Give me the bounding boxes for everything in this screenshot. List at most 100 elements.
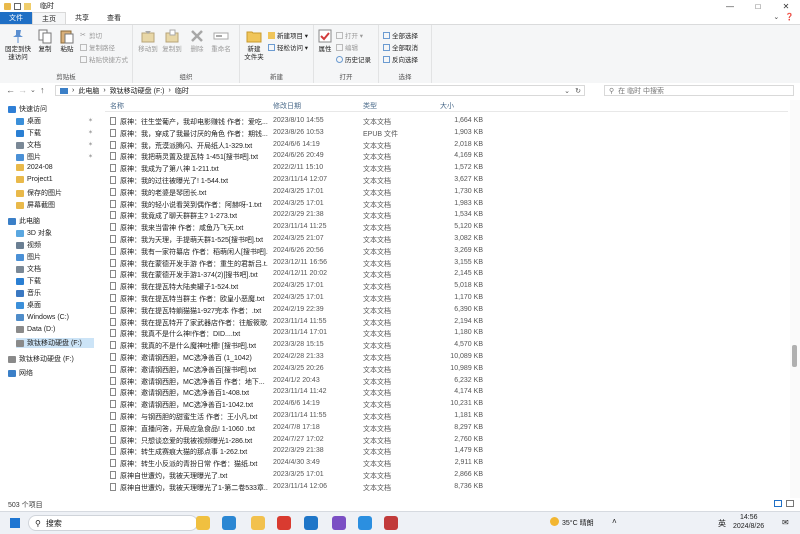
file-row[interactable]: 原神：我，穿成了我最讨厌的角色 作者：期钱... 2023/8/26 10:53 E… — [105, 127, 788, 139]
forward-arrow-icon[interactable]: → — [18, 85, 27, 95]
chevron-down-icon[interactable]: ⌄ — [773, 13, 779, 21]
open-button[interactable]: 打开 ▾ — [336, 30, 363, 40]
file-row[interactable]: 原神：邀请钢西胆，MC选净善百 作者：地下... 2024/1/2 20:43 文本… — [105, 375, 788, 387]
delete-button[interactable]: 删除 — [187, 28, 207, 54]
select-all-button[interactable]: 全部选择 — [383, 30, 418, 40]
nav-item[interactable]: 3D 对象 — [16, 228, 52, 238]
file-row[interactable]: 原神：转生成赛痕大猫的那点事 1-262.txt 2022/3/29 21:38 文… — [105, 445, 788, 457]
paste-shortcut-button[interactable]: 粘贴快捷方式 — [80, 54, 128, 64]
tab-home[interactable]: 主页 — [32, 12, 66, 24]
photo-icon[interactable] — [384, 516, 398, 530]
mail-icon[interactable] — [304, 516, 318, 530]
tab-file[interactable]: 文件 — [0, 12, 32, 24]
file-row[interactable]: 原神：我真不是什么神!作者：DID....txt 2023/11/14 17:01… — [105, 327, 788, 339]
new-folder-button[interactable]: 新建 文件夹 — [242, 28, 266, 62]
nav-item[interactable]: 图片 — [16, 252, 41, 262]
copy-button[interactable]: 复制 — [34, 28, 56, 54]
paste-button[interactable]: 粘贴 — [56, 28, 78, 54]
back-arrow-icon[interactable]: ← — [6, 85, 15, 95]
file-row[interactable]: 原神：往生堂葡产，我却电影赚钱 作者：爱吃... 2023/8/10 14:55 文… — [105, 115, 788, 127]
nav-item[interactable]: 快速访问 — [8, 104, 47, 114]
quick-access-folder-icon[interactable] — [24, 2, 31, 10]
nav-item[interactable]: 此电脑 — [8, 216, 40, 226]
nav-item[interactable]: 2024-08 — [16, 164, 53, 171]
windows-start-icon[interactable] — [10, 518, 20, 528]
tab-view[interactable]: 查看 — [98, 12, 130, 24]
edge-icon[interactable] — [222, 516, 236, 530]
nav-item[interactable]: 下载 — [16, 128, 41, 138]
refresh-icon[interactable]: ↻ — [575, 87, 581, 95]
quick-access-check-icon[interactable] — [14, 2, 21, 10]
nav-item[interactable]: 保存的图片 — [16, 188, 62, 198]
file-row[interactable]: 原神自世遭灼，我被天理曝光了.txt 2023/3/25 17:01 文本文档 2,8… — [105, 469, 788, 481]
scrollbar-thumb[interactable] — [792, 345, 797, 367]
explorer-icon[interactable] — [196, 516, 210, 530]
tools-icon[interactable] — [358, 516, 372, 530]
ime-indicator[interactable]: 英 — [718, 518, 726, 529]
help-icon[interactable]: ❓ — [785, 13, 794, 21]
move-to-button[interactable]: 移动到 — [137, 28, 159, 54]
nav-item[interactable]: 音乐 — [16, 288, 41, 298]
nav-item[interactable]: 图片 — [16, 152, 41, 162]
file-row[interactable]: 原神自世遭灼，我被天理曝光了1-第二卷533章... 2023/11/14 12:… — [105, 481, 788, 493]
file-row[interactable]: 原神：我有一家符纂店 作者：稻萌闲人[搜书吧].txt 2024/6/26 20:… — [105, 245, 788, 257]
copy-path-button[interactable]: 复制路径 — [80, 42, 115, 52]
select-none-button[interactable]: 全部取消 — [383, 42, 418, 52]
search-input[interactable]: ⚲ 在 临时 中搜索 — [604, 85, 794, 96]
file-row[interactable]: 原神：我的轻小说看哭到偶作者：阿赫呀-1.txt 2024/3/25 17:01 文… — [105, 198, 788, 210]
file-row[interactable]: 原神：邀请钢西胆，MC选净善百 (1_1042) 2024/2/28 21:33 文… — [105, 351, 788, 363]
details-view-icon[interactable] — [774, 500, 782, 507]
nav-item[interactable]: 视频 — [16, 240, 41, 250]
column-header-size[interactable]: 大小 — [440, 101, 454, 111]
breadcrumb-folder[interactable]: 临时 — [175, 86, 189, 96]
nav-item[interactable]: 文档 — [16, 140, 41, 150]
file-row[interactable]: 原神：我真的不是什么魔神吐槽! [搜书吧].txt 2023/3/28 15:15… — [105, 339, 788, 351]
tray-chevron-icon[interactable]: ˄ — [612, 517, 617, 526]
cut-button[interactable]: ✂ 剪切 — [80, 30, 102, 41]
pin-quick-access-button[interactable]: 固定到快 速访问 — [4, 28, 32, 62]
copy-to-button[interactable]: 复制到 — [161, 28, 183, 54]
file-row[interactable]: 原神：我在蒙德开发手游1-374(2)[搜书吧].txt 2024/12/11 2… — [105, 268, 788, 280]
clock-date[interactable]: 2024/8/26 — [733, 523, 764, 530]
breadcrumb-pc[interactable]: 此电脑 — [78, 86, 99, 96]
new-item-button[interactable]: 新建项目 ▾ — [268, 30, 308, 40]
file-row[interactable]: 原神：我在提瓦特开了家武器店作者：往舨筱歌... 2023/11/14 11:55… — [105, 316, 788, 328]
file-row[interactable]: 原神：我，荒漠派腾闪、开局纸人1-329.txt 2024/6/6 14:19 文本… — [105, 139, 788, 151]
file-row[interactable]: 原神：邀请钢西胆，MC选净善百1-408.txt 2023/11/14 11:42… — [105, 386, 788, 398]
notification-icon[interactable]: ✉ — [782, 518, 789, 527]
nav-item[interactable]: 文档 — [16, 264, 41, 274]
nav-item[interactable]: Project1 — [16, 176, 53, 183]
nav-item[interactable]: Data (D:) — [16, 326, 55, 333]
clock-time[interactable]: 14:56 — [740, 514, 758, 521]
close-button[interactable]: ✕ — [772, 0, 800, 12]
invert-selection-button[interactable]: 反向选择 — [383, 54, 418, 64]
nav-item[interactable]: 桌面 — [16, 300, 41, 310]
edit-button[interactable]: 编辑 — [336, 42, 358, 52]
minimize-button[interactable]: — — [716, 0, 744, 12]
rename-button[interactable]: 重命名 — [209, 28, 233, 54]
file-row[interactable]: 原神：我的过往被曝光了! 1-544.txt 2023/11/14 12:07 文本… — [105, 174, 788, 186]
vs-icon[interactable] — [332, 516, 346, 530]
maximize-button[interactable]: □ — [744, 0, 772, 12]
nav-item[interactable]: Windows (C:) — [16, 314, 69, 321]
file-row[interactable]: 原神：我在提瓦特躺猫猫1-927完本 作者：.txt 2024/2/19 22:3… — [105, 304, 788, 316]
easy-access-button[interactable]: 轻松访问 ▾ — [268, 42, 308, 52]
file-row[interactable]: 原神：邀请钢西胆，MC选净善百1-1042.txt 2024/6/6 14:19 文… — [105, 398, 788, 410]
weather-text[interactable]: 35°C 晴朗 — [562, 518, 594, 528]
file-row[interactable]: 原神：直播问答，开局应急食品! 1-1060 .txt 2024/7/8 17:1… — [105, 422, 788, 434]
file-row[interactable]: 原神：我来当雷神 作者：咸鱼乃飞天.txt 2023/11/14 11:25 文本文… — [105, 221, 788, 233]
nav-item[interactable]: 致钛移动硬盘 (F:) — [16, 338, 94, 348]
file-row[interactable]: 原神：我把萌灵置及提瓦特 1-451[搜书吧].txt 2024/6/26 20:… — [105, 150, 788, 162]
file-row[interactable]: 原神：我竟成了聊天群群主? 1-273.txt 2022/3/29 21:38 文本… — [105, 209, 788, 221]
recent-chevron-icon[interactable]: ⌄ — [30, 86, 36, 94]
column-header-date[interactable]: 修改日期 — [273, 101, 301, 111]
nav-item[interactable]: 桌面 — [16, 116, 41, 126]
file-row[interactable]: 原神：我为天理，手提萌天群1-525[搜书吧].txt 2024/3/25 21:… — [105, 233, 788, 245]
address-field[interactable]: › 此电脑 › 致钛移动硬盘 (F:) › 临时 ⌄ ↻ — [55, 85, 585, 96]
column-header-name[interactable]: 名称 — [110, 101, 124, 111]
nav-item[interactable]: 致钛移动硬盘 (F:) — [8, 354, 74, 364]
file-row[interactable]: 原神：邀请钢西胆，MC选净善百[搜书吧].txt 2024/3/25 20:26 文… — [105, 363, 788, 375]
address-dropdown-icon[interactable]: ⌄ — [564, 87, 570, 95]
taskbar-search[interactable]: ⚲ 搜索 — [28, 515, 198, 531]
chrome-icon[interactable] — [277, 516, 291, 530]
